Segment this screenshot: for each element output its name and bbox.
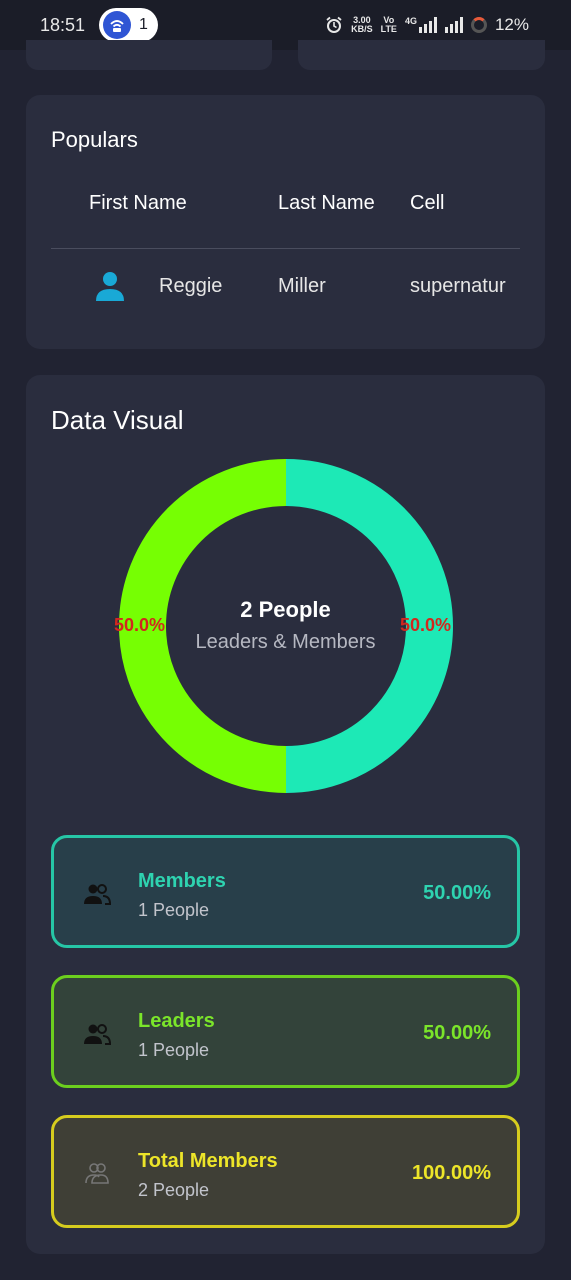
donut-center-subtitle: Leaders & Members <box>195 631 376 653</box>
leaders-stat-count: 1 People <box>138 1040 210 1060</box>
total-members-stat-title: Total Members <box>138 1150 278 1172</box>
total-members-stat-percent: 100.00% <box>412 1162 491 1184</box>
leaders-stat-title: Leaders <box>138 1010 215 1032</box>
leaders-stat-percent: 50.00% <box>423 1022 491 1044</box>
total-members-stat-card[interactable]: Total Members 2 People 100.00% <box>51 1115 520 1228</box>
members-stat-percent: 50.00% <box>423 882 491 904</box>
slice-label-leaders: 50.0% <box>114 615 166 635</box>
group-outline-icon <box>85 1163 109 1184</box>
slice-label-members: 50.0% <box>400 615 452 635</box>
group-icon <box>84 1024 112 1045</box>
donut-center-title: 2 People <box>240 597 331 622</box>
members-stat-card[interactable]: Members 1 People 50.00% <box>51 835 520 948</box>
members-stat-count: 1 People <box>138 900 210 920</box>
leaders-stat-card[interactable]: Leaders 1 People 50.00% <box>51 975 520 1088</box>
group-icon <box>84 884 112 905</box>
members-stat-title: Members <box>138 870 226 892</box>
total-members-stat-count: 2 People <box>138 1180 210 1200</box>
